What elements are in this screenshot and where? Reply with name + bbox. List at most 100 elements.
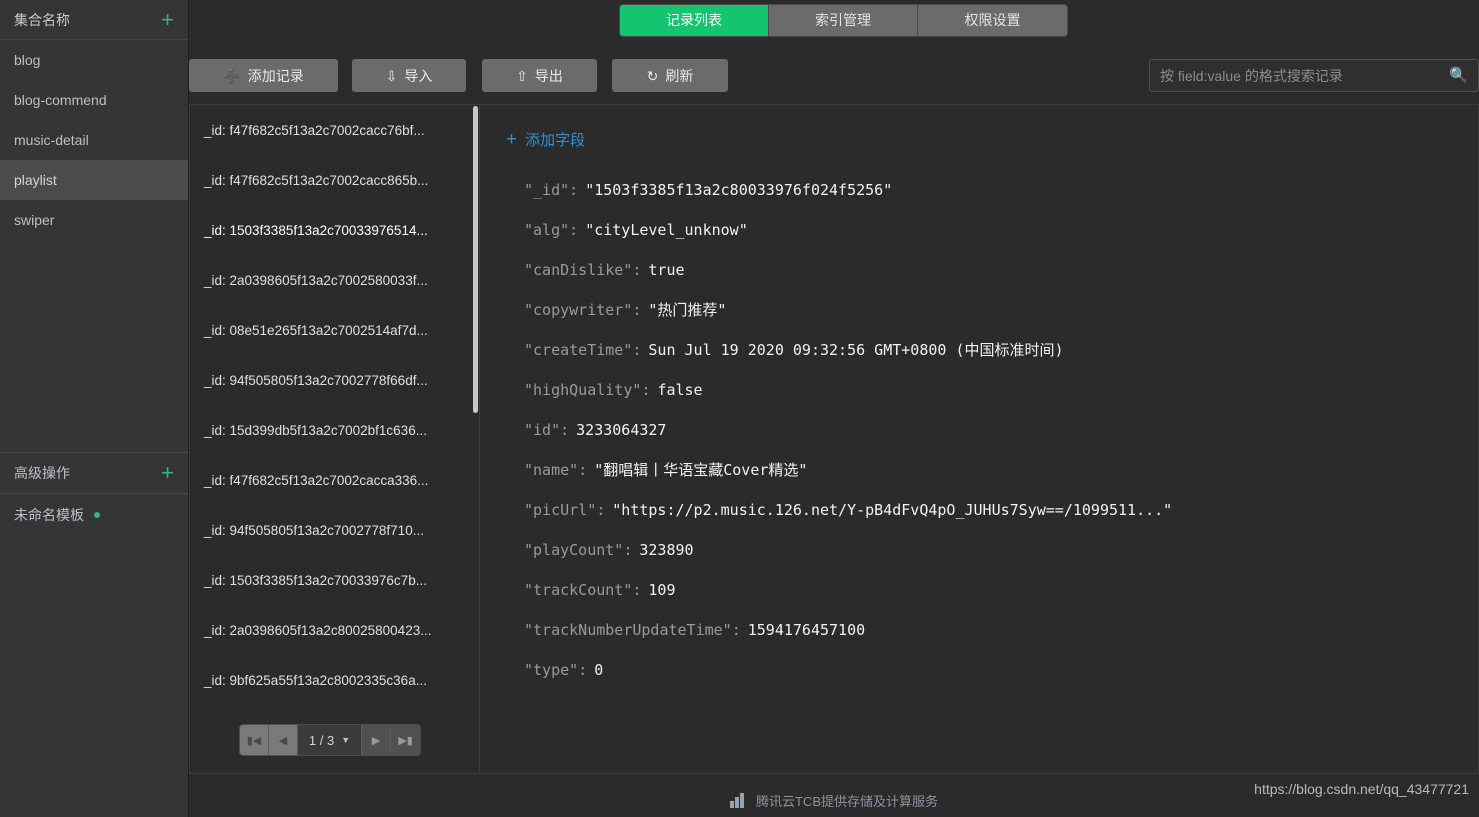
refresh-label: 刷新 xyxy=(665,67,694,84)
first-page-button[interactable]: ▮◀ xyxy=(240,725,269,755)
record-list-item[interactable]: _id: 1503f3385f13a2c70033976c7b... xyxy=(190,555,479,605)
json-key: "alg" xyxy=(524,221,570,239)
refresh-button[interactable]: ↻ 刷新 xyxy=(612,59,728,92)
record-list-item[interactable]: _id: f47f682c5f13a2c7002cacca336... xyxy=(190,455,479,505)
json-field-row[interactable]: "_id": "1503f3385f13a2c80033976f024f5256" xyxy=(524,170,1478,210)
sidebar-item-blog-commend[interactable]: blog-commend xyxy=(0,80,188,120)
collection-label: blog xyxy=(14,52,41,68)
sidebar-item-blog[interactable]: blog xyxy=(0,40,188,80)
json-colon: : xyxy=(632,581,642,599)
record-id-label: _id: f47f682c5f13a2c7002cacc865b... xyxy=(204,172,429,188)
record-list-item[interactable]: _id: 15d399db5f13a2c7002bf1c636... xyxy=(190,405,479,455)
json-value: "1503f3385f13a2c80033976f024f5256" xyxy=(585,181,893,199)
add-template-icon[interactable]: + xyxy=(161,462,174,484)
json-field-row[interactable]: "trackNumberUpdateTime": 1594176457100 xyxy=(524,610,1478,650)
json-value: false xyxy=(657,381,703,399)
json-value: 1594176457100 xyxy=(747,621,866,639)
download-arrow-icon: ⇩ xyxy=(385,67,398,84)
json-colon: : xyxy=(560,421,570,439)
json-value: "cityLevel_unknow" xyxy=(585,221,748,239)
add-field-button[interactable]: + 添加字段 xyxy=(506,129,585,150)
record-list-scroll: _id: f47f682c5f13a2c7002cacc76bf... _id:… xyxy=(190,105,479,715)
json-value: "翻唱辑丨华语宝藏Cover精选" xyxy=(594,461,808,479)
json-field-row[interactable]: "type": 0 xyxy=(524,650,1478,690)
json-colon: : xyxy=(578,661,588,679)
record-id-label: _id: f47f682c5f13a2c7002cacca336... xyxy=(204,472,429,488)
pagination: ▮◀ ◀ 1 / 3 ▼ ▶ ▶▮ xyxy=(240,725,420,755)
json-value: 323890 xyxy=(639,541,694,559)
search-input[interactable] xyxy=(1160,67,1450,84)
json-key: "trackNumberUpdateTime" xyxy=(524,621,732,639)
json-field-row[interactable]: "copywriter": "热门推荐" xyxy=(524,290,1478,330)
json-value: true xyxy=(648,261,685,279)
import-label: 导入 xyxy=(404,67,433,84)
prev-page-button[interactable]: ◀ xyxy=(269,725,298,755)
bar-chart-logo-icon xyxy=(729,792,748,808)
add-field-label: 添加字段 xyxy=(525,132,586,149)
record-list-item[interactable]: _id: 94f505805f13a2c7002778f66df... xyxy=(190,355,479,405)
record-list-item[interactable]: _id: 2a0398605f13a2c80025800423... xyxy=(190,605,479,655)
sidebar-item-unnamed-template[interactable]: 未命名模板 xyxy=(0,494,188,536)
last-page-button[interactable]: ▶▮ xyxy=(391,725,420,755)
record-list-item[interactable]: _id: f47f682c5f13a2c7002cacc76bf... xyxy=(190,105,479,155)
json-field-row[interactable]: "trackCount": 109 xyxy=(524,570,1478,610)
json-field-row[interactable]: "highQuality": false xyxy=(524,370,1478,410)
collection-label: music-detail xyxy=(14,132,89,148)
page-selector[interactable]: 1 / 3 ▼ xyxy=(298,725,362,755)
record-list-item[interactable]: _id: 9bf625a55f13a2c8002335c36a... xyxy=(190,655,479,705)
chevron-down-icon: ▼ xyxy=(341,735,351,745)
json-colon: : xyxy=(731,621,741,639)
record-id-label: _id: 2a0398605f13a2c80025800423... xyxy=(204,622,432,638)
json-colon: : xyxy=(632,261,642,279)
json-key: "highQuality" xyxy=(524,381,642,399)
add-record-button[interactable]: ➕ 添加记录 xyxy=(189,59,338,92)
json-value: 0 xyxy=(594,661,604,679)
record-id-label: _id: 1503f3385f13a2c70033976514... xyxy=(204,222,428,238)
scrollbar-thumb[interactable] xyxy=(473,106,478,413)
tab-index-management[interactable]: 索引管理 xyxy=(769,5,918,36)
search-box[interactable]: 🔍 xyxy=(1149,59,1479,92)
json-field-row[interactable]: "createTime": Sun Jul 19 2020 09:32:56 GM… xyxy=(524,330,1478,370)
json-field-row[interactable]: "id": 3233064327 xyxy=(524,410,1478,450)
json-colon: : xyxy=(623,541,633,559)
record-list-item[interactable]: _id: 08e51e265f13a2c7002514af7d... xyxy=(190,305,479,355)
record-id-label: _id: 08e51e265f13a2c7002514af7d... xyxy=(204,322,428,338)
tab-permission-settings[interactable]: 权限设置 xyxy=(918,5,1067,36)
footer-text: 腾讯云TCB提供存储及计算服务 xyxy=(755,793,938,809)
sidebar: 集合名称 + blog blog-commend music-detail pl… xyxy=(0,0,189,817)
sidebar-item-swiper[interactable]: swiper xyxy=(0,200,188,240)
toolbar: ➕ 添加记录 ⇩ 导入 ⇧ 导出 ↻ 刷新 🔍 xyxy=(189,59,1479,93)
tab-label: 权限设置 xyxy=(964,12,1021,28)
record-id-label: _id: 94f505805f13a2c7002778f710... xyxy=(204,522,424,538)
export-button[interactable]: ⇧ 导出 xyxy=(482,59,597,92)
sidebar-header: 集合名称 + xyxy=(0,0,188,40)
record-list-scrollbar[interactable] xyxy=(470,105,479,715)
import-button[interactable]: ⇩ 导入 xyxy=(352,59,466,92)
content-area: _id: f47f682c5f13a2c7002cacc76bf... _id:… xyxy=(189,104,1479,774)
record-detail-panel: + 添加字段 "_id": "1503f3385f13a2c80033976f02… xyxy=(480,105,1478,773)
json-colon: : xyxy=(569,221,579,239)
json-colon: : xyxy=(578,461,588,479)
record-list-item[interactable]: _id: f47f682c5f13a2c7002cacc865b... xyxy=(190,155,479,205)
tab-record-list[interactable]: 记录列表 xyxy=(620,5,769,36)
record-list-item[interactable]: _id: 1503f3385f13a2c70033976514... xyxy=(190,205,479,255)
app-root: 集合名称 + blog blog-commend music-detail pl… xyxy=(0,0,1479,817)
json-field-row[interactable]: "playCount": 323890 xyxy=(524,530,1478,570)
add-collection-icon[interactable]: + xyxy=(161,8,174,31)
plus-icon: ➕ xyxy=(223,67,241,84)
advanced-operations-title: 高级操作 xyxy=(14,465,70,481)
search-icon[interactable]: 🔍 xyxy=(1449,68,1468,83)
next-page-button[interactable]: ▶ xyxy=(362,725,391,755)
record-list-item[interactable]: _id: 94f505805f13a2c7002778f710... xyxy=(190,505,479,555)
json-value: Sun Jul 19 2020 09:32:56 GMT+0800 (中国标准时… xyxy=(648,341,1064,359)
json-field-row[interactable]: "canDislike": true xyxy=(524,250,1478,290)
record-list-panel: _id: f47f682c5f13a2c7002cacc76bf... _id:… xyxy=(190,105,480,773)
json-field-row[interactable]: "alg": "cityLevel_unknow" xyxy=(524,210,1478,250)
json-colon: : xyxy=(632,341,642,359)
sidebar-item-playlist[interactable]: playlist xyxy=(0,160,188,200)
record-list-item[interactable]: _id: 2a0398605f13a2c7002580033f... xyxy=(190,255,479,305)
json-field-row[interactable]: "picUrl": "https://p2.music.126.net/Y-pB4… xyxy=(524,490,1478,530)
sidebar-item-music-detail[interactable]: music-detail xyxy=(0,120,188,160)
json-field-row[interactable]: "name": "翻唱辑丨华语宝藏Cover精选" xyxy=(524,450,1478,490)
collection-label: playlist xyxy=(14,172,57,188)
